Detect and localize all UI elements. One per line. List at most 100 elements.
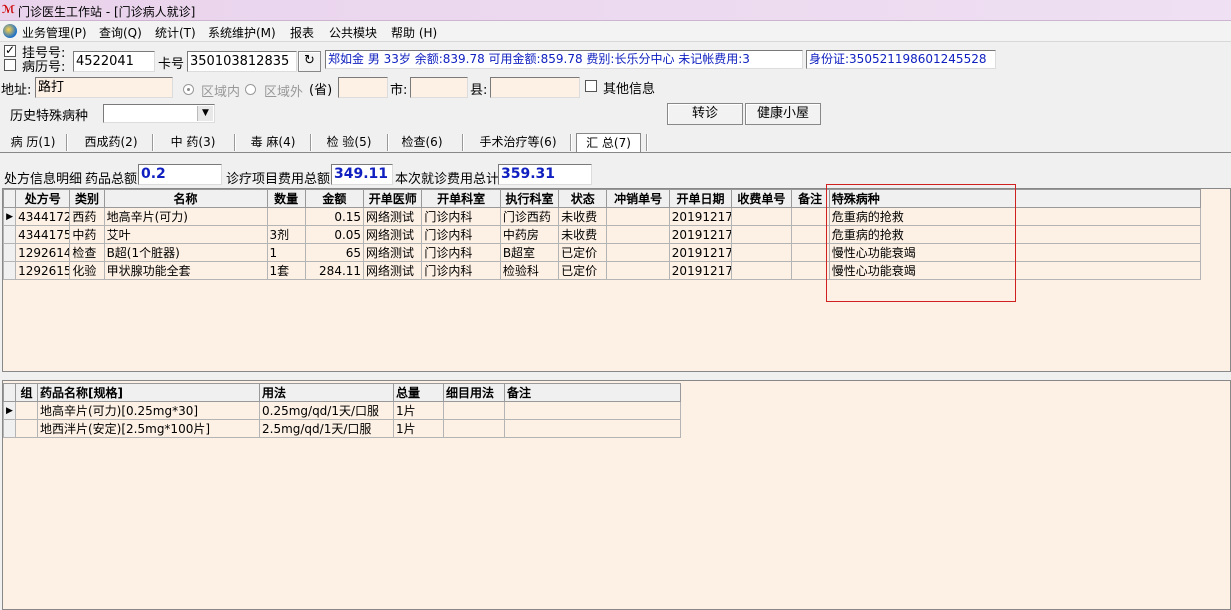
- table-cell[interactable]: 门诊内科: [421, 261, 501, 280]
- tab-chinese-drug[interactable]: 中 药(3): [156, 133, 230, 152]
- table-cell[interactable]: 网络测试: [363, 243, 423, 262]
- table-cell[interactable]: [443, 419, 505, 438]
- transfer-button[interactable]: 转诊: [667, 103, 743, 125]
- menu-system[interactable]: 系统维护(M): [208, 24, 276, 41]
- table-cell[interactable]: 甲状腺功能全套: [103, 261, 268, 280]
- table-cell[interactable]: [606, 261, 670, 280]
- table-cell[interactable]: 中药: [69, 225, 105, 244]
- table-cell[interactable]: [606, 225, 670, 244]
- table-cell[interactable]: 网络测试: [363, 225, 423, 244]
- table-cell[interactable]: 2.5mg/qd/1天/口服: [259, 419, 394, 438]
- column-header[interactable]: 名称: [103, 189, 268, 208]
- table-cell[interactable]: [504, 419, 681, 438]
- table-cell[interactable]: [606, 207, 670, 226]
- table-cell[interactable]: [731, 243, 792, 262]
- table-cell[interactable]: 门诊内科: [421, 243, 501, 262]
- reg-checkbox[interactable]: [4, 43, 16, 57]
- table-cell[interactable]: 4344175: [15, 225, 71, 244]
- column-header[interactable]: 数量: [266, 189, 306, 208]
- table-cell[interactable]: 门诊西药: [499, 207, 560, 226]
- column-header[interactable]: 备注: [790, 189, 830, 208]
- table-cell[interactable]: 20191217: [668, 261, 733, 280]
- county-field[interactable]: [490, 77, 580, 98]
- card-reader-button[interactable]: ↻: [298, 51, 321, 72]
- chevron-down-icon[interactable]: ▼: [197, 106, 213, 121]
- address-field[interactable]: 路打: [35, 77, 173, 98]
- table-row[interactable]: 地西泮片(安定)[2.5mg*100片] 2.5mg/qd/1天/口服 1片: [3, 419, 681, 438]
- table-cell[interactable]: [731, 207, 792, 226]
- table-row[interactable]: 1292614 检查 B超(1个脏器) 1 65 网络测试 门诊内科 B超室 已定价 201912…: [2, 243, 1202, 262]
- column-header[interactable]: 开单日期: [668, 189, 733, 208]
- menu-business[interactable]: 业务管理(P): [22, 24, 87, 41]
- table-cell[interactable]: [606, 243, 670, 262]
- table-cell[interactable]: 1片: [393, 401, 444, 420]
- tab-examination[interactable]: 检查(6): [391, 133, 453, 152]
- table-cell[interactable]: 1片: [393, 419, 444, 438]
- province-field[interactable]: [338, 77, 388, 98]
- table-cell[interactable]: 1292614: [15, 243, 71, 262]
- table-row[interactable]: 1292615 化验 甲状腺功能全套 1套 284.11 网络测试 门诊内科 检验科 已定价 20…: [2, 261, 1202, 280]
- table-cell[interactable]: 地高辛片(可力)[0.25mg*30]: [37, 401, 260, 420]
- table-cell[interactable]: [731, 225, 792, 244]
- table-cell[interactable]: 未收费: [558, 225, 608, 244]
- table-cell[interactable]: [731, 261, 792, 280]
- table-cell[interactable]: [790, 243, 830, 262]
- table-cell[interactable]: 20191217: [668, 207, 733, 226]
- table-cell[interactable]: 20191217: [668, 225, 733, 244]
- column-header[interactable]: 细目用法: [443, 383, 505, 402]
- region-outside-radio[interactable]: [245, 84, 256, 95]
- table-cell[interactable]: 地西泮片(安定)[2.5mg*100片]: [37, 419, 260, 438]
- region-inside-radio[interactable]: [183, 84, 194, 95]
- table-cell[interactable]: [443, 401, 505, 420]
- table-cell[interactable]: [266, 207, 306, 226]
- column-header[interactable]: 处方号: [15, 189, 71, 208]
- column-header[interactable]: 药品名称[规格]: [37, 383, 260, 402]
- record-checkbox[interactable]: [4, 59, 16, 71]
- table-cell[interactable]: 已定价: [558, 243, 608, 262]
- column-header[interactable]: 状态: [558, 189, 608, 208]
- table-cell[interactable]: 门诊内科: [421, 207, 501, 226]
- table-cell[interactable]: 已定价: [558, 261, 608, 280]
- table-cell[interactable]: 艾叶: [103, 225, 268, 244]
- table-cell[interactable]: [790, 225, 830, 244]
- table-row[interactable]: 4344175 中药 艾叶 3剂 0.05 网络测试 门诊内科 中药房 未收费 20191217 危…: [2, 225, 1202, 244]
- table-cell[interactable]: 20191217: [668, 243, 733, 262]
- table-cell[interactable]: 1套: [266, 261, 306, 280]
- table-cell[interactable]: 1292615: [15, 261, 71, 280]
- tab-medical-record[interactable]: 病 历(1): [1, 133, 65, 152]
- table-cell[interactable]: [15, 419, 38, 438]
- column-header[interactable]: 类别: [69, 189, 105, 208]
- table-row[interactable]: ▶ 地高辛片(可力)[0.25mg*30] 0.25mg/qd/1天/口服 1片: [3, 401, 681, 420]
- tab-lab-test[interactable]: 检 验(5): [314, 133, 384, 152]
- health-cabin-button[interactable]: 健康小屋: [745, 103, 821, 125]
- column-header[interactable]: 备注: [504, 383, 681, 402]
- column-header[interactable]: 开单医师: [363, 189, 423, 208]
- table-cell[interactable]: B超(1个脏器): [103, 243, 268, 262]
- column-header[interactable]: 收费单号: [731, 189, 792, 208]
- table-cell[interactable]: 门诊内科: [421, 225, 501, 244]
- table-cell[interactable]: 地高辛片(可力): [103, 207, 268, 226]
- column-header[interactable]: 金额: [304, 189, 365, 208]
- menu-report[interactable]: 报表: [290, 24, 314, 41]
- table-cell[interactable]: [504, 401, 681, 420]
- table-cell[interactable]: 0.25mg/qd/1天/口服: [259, 401, 394, 420]
- table-cell[interactable]: 网络测试: [363, 261, 423, 280]
- table-cell[interactable]: 4344172: [15, 207, 71, 226]
- tab-surgery[interactable]: 手术治疗等(6): [466, 133, 570, 152]
- table-cell[interactable]: 网络测试: [363, 207, 423, 226]
- table-cell[interactable]: 1: [266, 243, 306, 262]
- column-header[interactable]: 执行科室: [499, 189, 560, 208]
- table-cell[interactable]: 3剂: [266, 225, 306, 244]
- card-number-field[interactable]: 350103812835: [187, 51, 297, 72]
- table-cell[interactable]: [790, 207, 830, 226]
- tab-western-drug[interactable]: 西成药(2): [72, 133, 150, 152]
- table-cell[interactable]: 化验: [69, 261, 105, 280]
- tab-summary[interactable]: 汇 总(7): [576, 133, 641, 152]
- table-cell[interactable]: [790, 261, 830, 280]
- table-cell[interactable]: 检验科: [499, 261, 560, 280]
- menu-help[interactable]: 帮助 (H): [391, 24, 437, 41]
- table-cell[interactable]: 西药: [69, 207, 105, 226]
- table-cell[interactable]: 中药房: [499, 225, 560, 244]
- city-field[interactable]: [410, 77, 468, 98]
- table-row[interactable]: ▶ 4344172 西药 地高辛片(可力) 0.15 网络测试 门诊内科 门诊西药 未收费 201…: [2, 207, 1202, 226]
